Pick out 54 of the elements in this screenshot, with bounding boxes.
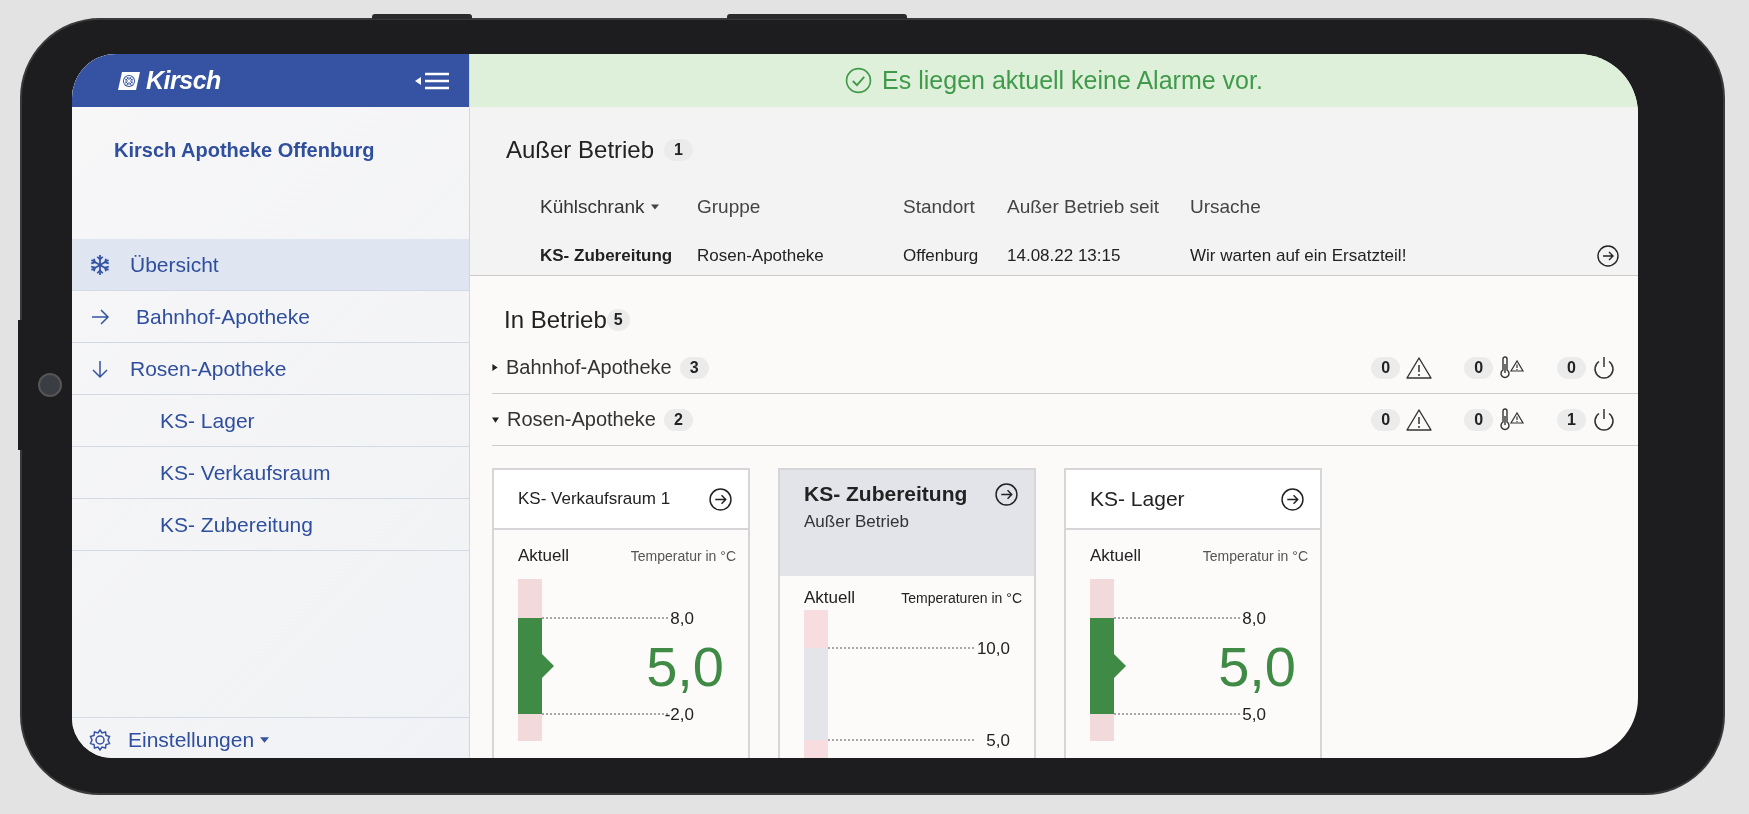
- count-badge: 2: [664, 408, 693, 431]
- group-row[interactable]: Rosen-Apotheke 2 0 0 1: [492, 394, 1638, 446]
- count-badge: 0: [1557, 356, 1586, 379]
- table-cell: 14.08.22 13:15: [1007, 246, 1121, 266]
- lower-limit: -2,0: [664, 705, 694, 724]
- device-name: KS- Verkaufsraum 1: [518, 489, 671, 509]
- current-label: Aktuell: [1090, 546, 1142, 566]
- upper-limit: 10,0: [976, 639, 1010, 658]
- lower-limit: 5,0: [986, 731, 1010, 750]
- count-badge: 0: [1371, 408, 1401, 431]
- column-header[interactable]: Gruppe: [697, 196, 761, 218]
- table-cell: Wir warten auf ein Ersatzteil!: [1190, 246, 1407, 266]
- column-header[interactable]: Ursache: [1190, 196, 1261, 218]
- upper-limit: 8,0: [1242, 609, 1266, 628]
- temperature-value: 5,0: [646, 635, 724, 698]
- column-header[interactable]: Außer Betrieb seit: [1007, 196, 1160, 218]
- unit-label: Temperatur in °C: [630, 548, 736, 564]
- organization-title: Kirsch Apotheke Offenburg: [113, 138, 376, 163]
- table-cell: KS- Zubereitung: [540, 246, 673, 266]
- count-badge: 1: [1557, 408, 1586, 431]
- temperature-value: 5,0: [1218, 635, 1296, 698]
- nav-item[interactable]: Rosen-Apotheke: [72, 343, 469, 395]
- section-title: Außer Betrieb: [506, 136, 655, 164]
- device-name: KS- Lager: [1090, 487, 1185, 511]
- group-name: Rosen-Apotheke: [507, 408, 656, 431]
- nav-item[interactable]: Übersicht: [72, 239, 469, 291]
- table-cell: Rosen-Apotheke: [697, 246, 824, 266]
- count-badge: 5: [606, 309, 630, 331]
- group-name: Bahnhof-Apotheke: [506, 356, 672, 379]
- brand-logo-text: Kirsch: [146, 66, 221, 95]
- nav-subitem[interactable]: KS- Verkaufsraum: [72, 447, 469, 499]
- table-cell: Offenburg: [903, 246, 979, 266]
- count-badge: 0: [1464, 408, 1494, 431]
- alarm-message: Es liegen aktuell keine Alarme vor.: [882, 66, 1263, 95]
- device-name: KS- Zubereitung: [804, 482, 968, 506]
- section-title: In Betrieb: [504, 306, 607, 334]
- group-row[interactable]: Bahnhof-Apotheke 3 0 0 0: [492, 342, 1638, 394]
- current-label: Aktuell: [518, 546, 570, 566]
- count-badge: 0: [1371, 356, 1401, 379]
- unit-label: Temperaturen in °C: [901, 590, 1022, 606]
- nav-subitem[interactable]: KS- Zubereitung: [72, 499, 469, 551]
- nav-item[interactable]: Bahnhof-Apotheke: [72, 291, 469, 343]
- column-header[interactable]: Standort: [903, 196, 975, 218]
- count-badge: 3: [679, 356, 709, 379]
- lower-limit: 5,0: [1242, 705, 1266, 724]
- count-badge: 1: [664, 139, 693, 161]
- current-label: Aktuell: [804, 588, 856, 608]
- column-header[interactable]: Kühlschrank: [540, 196, 645, 218]
- unit-label: Temperatur in °C: [1202, 548, 1308, 564]
- count-badge: 0: [1464, 356, 1494, 379]
- settings-menu[interactable]: Einstellungen: [128, 728, 255, 752]
- nav-subitem[interactable]: KS- Lager: [72, 395, 469, 447]
- device-status: Außer Betrieb: [804, 512, 910, 532]
- upper-limit: 8,0: [670, 609, 694, 628]
